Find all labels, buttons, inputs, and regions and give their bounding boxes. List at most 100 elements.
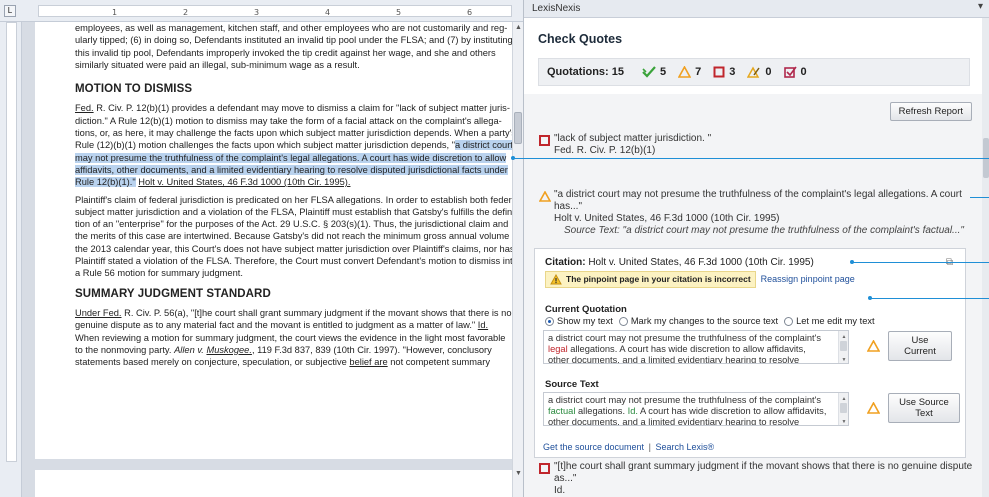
stat-warning-edit[interactable]: 0 bbox=[747, 66, 772, 78]
highlighted-quote[interactable]: affidavits, other documents, and a limit… bbox=[75, 164, 508, 175]
doc-line: tions, or, as here, it may challenge the… bbox=[75, 128, 513, 139]
citation-links: Get the source document | Search Lexis® bbox=[543, 442, 714, 452]
connector-dot bbox=[850, 260, 854, 264]
highlighted-quote[interactable]: Rule 12(b)(1)." bbox=[75, 177, 136, 188]
quotation-stats: Quotations: 15 5 7 3 0 0 bbox=[538, 58, 970, 86]
warning-icon bbox=[678, 66, 692, 78]
result-item-selected[interactable]: "a district court may not presume the tr… bbox=[538, 189, 978, 239]
radio-edit-text[interactable]: Let me edit my text bbox=[784, 316, 875, 326]
connector-dot bbox=[868, 296, 872, 300]
highlighted-quote[interactable]: a district court bbox=[455, 140, 513, 151]
heading-summary-judgment: SUMMARY JUDGMENT STANDARD bbox=[75, 287, 271, 300]
stat-check[interactable]: 5 bbox=[642, 66, 666, 78]
doc-text: R. Civ. P. 12(b)(1) provides a defendant… bbox=[93, 103, 510, 114]
result-cite: Fed. R. Civ. P. 12(b)(1) bbox=[554, 145, 656, 156]
pane-scrollbar[interactable] bbox=[982, 18, 989, 497]
stat-value: 5 bbox=[660, 66, 667, 78]
radio-button[interactable] bbox=[784, 316, 794, 326]
radio-button-selected[interactable] bbox=[545, 316, 554, 326]
ruler-tick: 2 bbox=[183, 8, 189, 17]
stat-edit-check[interactable]: 0 bbox=[783, 66, 807, 78]
use-current-button[interactable]: Use Current bbox=[888, 331, 952, 361]
textbox-scrollbar[interactable]: ▲ ▼ bbox=[838, 393, 848, 425]
case-citation[interactable]: Holt v. United States, 46 F.3d 1000 (10t… bbox=[138, 177, 350, 187]
result-cite: Id. bbox=[554, 485, 566, 496]
result-quote: "lack of subject matter jurisdiction. " bbox=[554, 133, 712, 144]
document-page[interactable]: employees, as well as management, kitche… bbox=[35, 22, 513, 459]
vertical-ruler[interactable] bbox=[0, 22, 22, 497]
doc-line: diction." A Rule 12(b)(1) motion to dism… bbox=[75, 115, 502, 126]
use-current-action: Use Current bbox=[867, 331, 952, 361]
doc-text: Rule (12)(b)(1) motion challenges the fa… bbox=[75, 140, 456, 151]
case-name: Muskogee. bbox=[206, 344, 252, 355]
result-quote: "a district court may not presume the tr… bbox=[554, 189, 962, 212]
doc-text: statements based merely on conjecture, s… bbox=[75, 357, 350, 368]
warning-icon bbox=[867, 402, 880, 414]
page-content[interactable]: employees, as well as management, kitche… bbox=[75, 22, 513, 373]
stat-value: 7 bbox=[695, 66, 702, 78]
scroll-down-icon[interactable]: ▼ bbox=[840, 417, 848, 425]
doc-text: R. Civ. P. 56(a), "[t]he court shall gra… bbox=[121, 307, 512, 318]
quote-line: a district court may not presume the tru… bbox=[548, 333, 822, 343]
warning-text: The pinpoint page in your citation is in… bbox=[566, 274, 751, 284]
source-text-label: Source Text bbox=[545, 379, 599, 390]
highlighted-quote[interactable]: may not presume the truthfulness of the … bbox=[75, 152, 507, 163]
search-lexis-link[interactable]: Search Lexis® bbox=[655, 442, 714, 452]
view-mode-radios: Show my text Mark my changes to the sour… bbox=[545, 316, 881, 326]
doc-line: Plaintiff's claim of federal jurisdictio… bbox=[75, 194, 513, 205]
changed-word: legal bbox=[548, 343, 568, 354]
use-source-action: Use Source Text bbox=[867, 393, 960, 423]
result-cite: Holt v. United States, 46 F.3d 1000 (10t… bbox=[554, 213, 780, 224]
quote-text: allegations. A court has wide discretion… bbox=[567, 343, 806, 354]
ruler-tick: 1 bbox=[112, 8, 118, 17]
document-scrollbar[interactable]: ▲ ▼ bbox=[512, 22, 523, 497]
stat-warning[interactable]: 7 bbox=[678, 66, 701, 78]
ruler-strip bbox=[38, 5, 512, 17]
paragraph-jurisdiction: Plaintiff's claim of federal jurisdictio… bbox=[75, 194, 513, 280]
stat-value: 0 bbox=[800, 66, 807, 78]
citation-header: Citation: Holt v. United States, 46 F.3d… bbox=[545, 257, 814, 268]
connector-line bbox=[513, 158, 989, 159]
get-source-document-link[interactable]: Get the source document bbox=[543, 442, 644, 452]
result-item[interactable]: "[t]he court shall grant summary judgmen… bbox=[538, 461, 978, 497]
connector-line bbox=[970, 197, 989, 198]
stat-value: 3 bbox=[729, 66, 736, 78]
pane-menu-icon[interactable]: ▾ bbox=[978, 1, 983, 12]
ruler-tick: 3 bbox=[254, 8, 260, 17]
edit-check-icon bbox=[783, 66, 797, 78]
textbox-scrollbar[interactable]: ▲ ▼ bbox=[838, 331, 848, 363]
id-citation[interactable]: Id. bbox=[478, 320, 488, 330]
source-text-box[interactable]: a district court may not presume the tru… bbox=[543, 392, 849, 426]
connector-line bbox=[852, 262, 989, 263]
scroll-down-icon[interactable]: ▼ bbox=[840, 355, 848, 363]
scroll-down-icon[interactable]: ▼ bbox=[514, 470, 523, 477]
reassign-pinpoint-link[interactable]: Reassign pinpoint page bbox=[761, 274, 855, 284]
radio-button[interactable] bbox=[618, 316, 628, 326]
doc-text: , 119 F.3d 837, 839 (10th Cir. 1997). "H… bbox=[251, 344, 492, 355]
red-square-icon bbox=[539, 135, 550, 146]
use-source-text-button[interactable]: Use Source Text bbox=[888, 393, 960, 423]
current-quotation-text[interactable]: a district court may not presume the tru… bbox=[543, 330, 849, 364]
pane-titlebar: LexisNexis ▾ bbox=[524, 0, 989, 18]
scrollbar-thumb[interactable] bbox=[840, 403, 847, 413]
radio-label: Show my text bbox=[557, 316, 613, 326]
scrollbar-thumb[interactable] bbox=[840, 341, 847, 351]
horizontal-ruler[interactable]: L 1 2 3 4 5 6 bbox=[0, 0, 523, 22]
stat-error[interactable]: 3 bbox=[713, 66, 735, 78]
doc-line: the merits of this case are intertwined.… bbox=[75, 231, 513, 242]
tab-selector-button[interactable]: L bbox=[4, 5, 16, 17]
doc-line: a Rule 56 motion for summary judgment. bbox=[75, 268, 243, 279]
result-item[interactable]: "lack of subject matter jurisdiction. " … bbox=[538, 133, 978, 173]
doc-text: to the nonmoving party. bbox=[75, 344, 175, 355]
quote-text: allegations. bbox=[575, 405, 628, 416]
refresh-report-button[interactable]: Refresh Report bbox=[889, 102, 972, 121]
citation-label: Citation: bbox=[545, 257, 586, 268]
ruler-tick: 5 bbox=[396, 8, 402, 17]
radio-mark-changes[interactable]: Mark my changes to the source text bbox=[618, 316, 778, 326]
citation-detail-box: Citation: Holt v. United States, 46 F.3d… bbox=[534, 248, 966, 458]
results-list: "lack of subject matter jurisdiction. " … bbox=[538, 133, 978, 239]
radio-show-my-text[interactable]: Show my text bbox=[545, 316, 613, 326]
scrollbar-thumb[interactable] bbox=[514, 112, 522, 144]
document-page-2[interactable] bbox=[35, 470, 513, 497]
scroll-up-icon[interactable]: ▲ bbox=[514, 24, 523, 31]
